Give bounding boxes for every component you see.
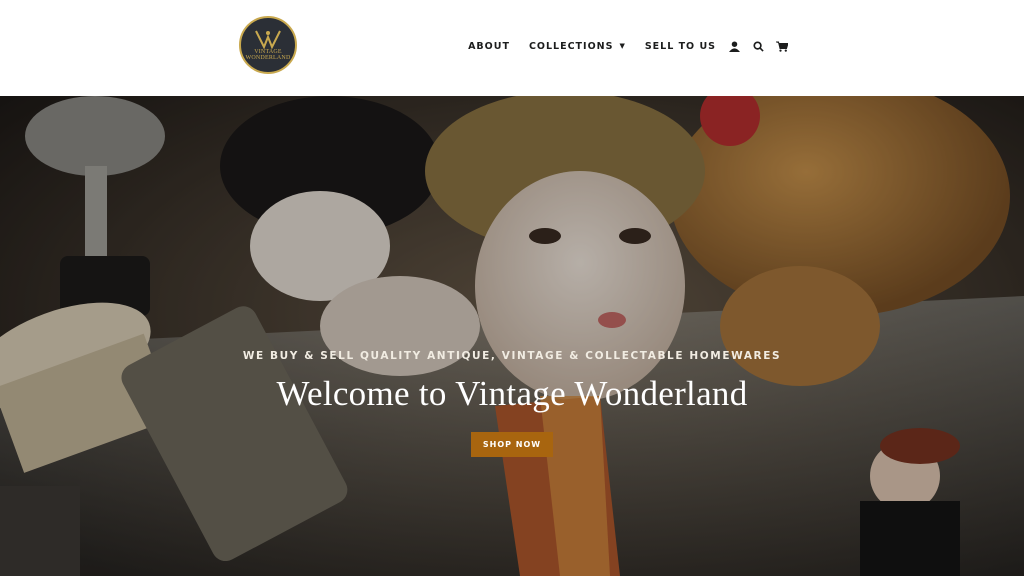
hero-content: WE BUY & SELL QUALITY ANTIQUE, VINTAGE &… [0, 350, 1024, 457]
nav-collections-label: COLLECTIONS [528, 40, 614, 52]
shop-now-button[interactable]: SHOP NOW [470, 432, 554, 457]
cart-icon[interactable] [776, 40, 788, 52]
brand-logo[interactable]: VINTAGE WONDERLAND [239, 16, 297, 74]
hero-overlay [0, 96, 1024, 576]
nav-about[interactable]: ABOUT [468, 41, 510, 52]
hero-subtitle: WE BUY & SELL QUALITY ANTIQUE, VINTAGE &… [242, 350, 782, 362]
hero-title: Welcome to Vintage Wonderland [276, 374, 748, 413]
logo-line-2: WONDERLAND [245, 55, 291, 61]
main-nav: ABOUT COLLECTIONS ▼ SELL TO US [468, 38, 788, 54]
site-header: VINTAGE WONDERLAND ABOUT COLLECTIONS ▼ SE… [0, 0, 1024, 96]
monogram-icon [255, 30, 281, 49]
nav-collections[interactable]: COLLECTIONS ▼ [529, 41, 626, 52]
hero-banner: WE BUY & SELL QUALITY ANTIQUE, VINTAGE &… [0, 96, 1024, 576]
nav-sell-to-us[interactable]: SELL TO US [645, 41, 716, 52]
account-icon[interactable] [728, 40, 740, 52]
chevron-down-icon: ▼ [619, 41, 626, 50]
search-icon[interactable] [752, 40, 764, 52]
